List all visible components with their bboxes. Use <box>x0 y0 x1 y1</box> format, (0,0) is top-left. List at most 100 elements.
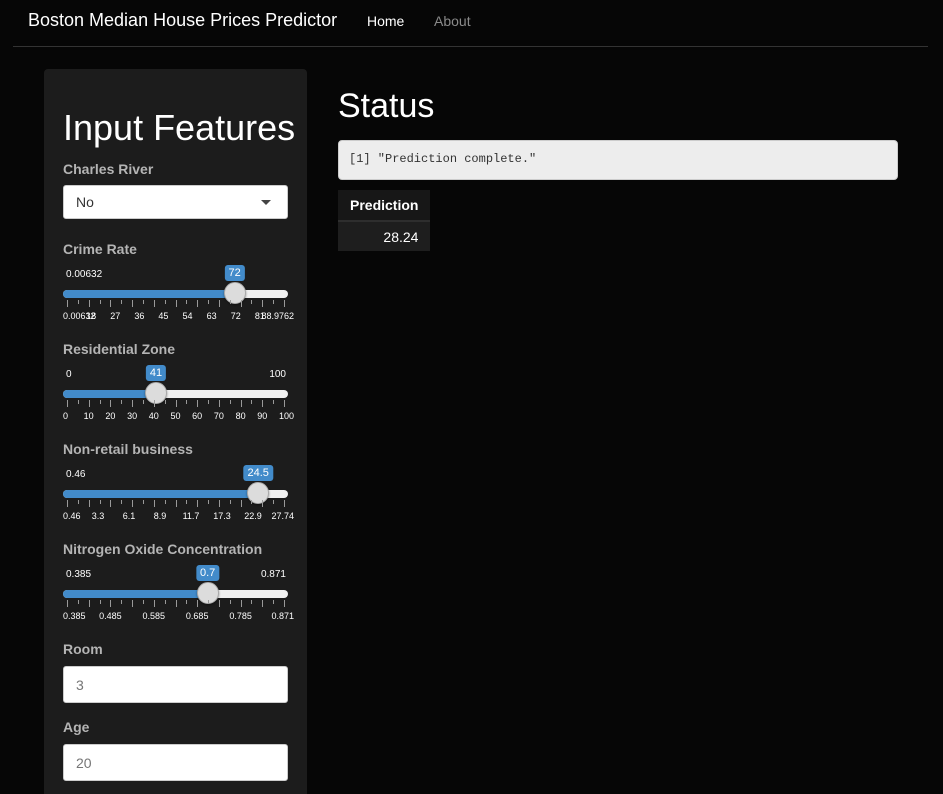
nav-home[interactable]: Home <box>367 13 404 29</box>
slider-tick <box>142 500 144 504</box>
prediction-value: 28.24 <box>338 221 431 251</box>
slider-tick <box>132 400 134 407</box>
slider-tick-label: 0.485 <box>99 611 122 621</box>
slider-fill <box>63 390 156 398</box>
non-retail-label: Non-retail business <box>63 441 193 457</box>
slider-tick <box>67 400 68 407</box>
slider-tick-label: 0.685 <box>185 611 209 621</box>
slider-tick <box>208 500 210 504</box>
slider-tick <box>240 300 242 307</box>
slider-tick <box>273 600 275 604</box>
crime-rate-slider[interactable]: 0.00632 72 0.00632 18 27 36 45 54 63 72 81 88.976… <box>63 265 294 329</box>
slider-tick-label: 45 <box>158 311 169 321</box>
slider-tick <box>67 300 68 307</box>
slider-min-label: 0.46 <box>66 469 86 480</box>
slider-ticks <box>67 500 285 508</box>
slider-tick <box>284 600 285 607</box>
residential-zone-label: Residential Zone <box>63 341 176 357</box>
slider-tick-label: 36 <box>134 311 145 321</box>
navbar: Boston Median House Prices Predictor Hom… <box>13 0 928 47</box>
slider-fill <box>63 590 208 598</box>
slider-tick <box>240 400 242 407</box>
slider-min-label: 0.00632 <box>66 269 103 280</box>
slider-tick-label: 11.7 <box>182 511 200 521</box>
sidebar-panel: Input Features Charles River No Crime Ra… <box>44 69 307 794</box>
crime-rate-label: Crime Rate <box>63 241 137 257</box>
slider-tick <box>153 300 155 307</box>
nox-slider[interactable]: 0.385 0.871 0.7 0.385 0.485 0.585 0.685 0.78… <box>63 565 294 629</box>
slider-tick <box>77 300 79 304</box>
slider-tick <box>88 400 90 407</box>
slider-tick <box>99 500 101 504</box>
slider-tick <box>175 600 177 607</box>
slider-tick-label: 50 <box>170 411 181 421</box>
status-output: [1] "Prediction complete." <box>338 140 898 180</box>
slider-tick <box>99 400 101 404</box>
slider-tick <box>262 600 264 607</box>
room-label: Room <box>63 641 103 657</box>
slider-tick <box>164 300 166 304</box>
slider-tick <box>77 500 79 504</box>
slider-tick <box>273 300 275 304</box>
charles-river-label: Charles River <box>63 161 154 177</box>
slider-tick-labels: 0.385 0.485 0.585 0.685 0.785 0.871 <box>63 611 294 623</box>
slider-tick <box>142 400 144 404</box>
slider-tick-label: 70 <box>213 411 224 421</box>
slider-tick <box>197 600 199 607</box>
slider-tick <box>99 300 101 304</box>
slider-tick <box>153 600 155 607</box>
nav-about[interactable]: About <box>434 13 471 29</box>
slider-tick-label: 0 <box>63 411 69 421</box>
slider-tick-label: 8.9 <box>153 511 167 521</box>
slider-tick <box>121 400 123 404</box>
slider-tick <box>208 400 210 404</box>
slider-tick <box>153 400 155 407</box>
residential-zone-slider[interactable]: 0 100 41 0 10 20 30 40 50 60 70 80 90 100 <box>63 365 294 429</box>
non-retail-slider[interactable]: 0.46 24.5 0.46 3.3 6.1 8.9 11.7 17.3 22.9 27.74 <box>63 465 294 529</box>
slider-ticks <box>67 400 285 408</box>
room-input[interactable] <box>63 666 288 703</box>
slider-tick-label: 90 <box>257 411 268 421</box>
slider-tick <box>132 600 134 607</box>
slider-value-badge: 41 <box>145 365 167 381</box>
slider-tick <box>121 600 123 604</box>
slider-tick <box>229 300 231 304</box>
slider-tick-label: 54 <box>182 311 193 321</box>
slider-tick <box>175 500 177 507</box>
slider-tick <box>251 600 253 604</box>
slider-tick <box>142 600 144 604</box>
slider-tick <box>110 500 112 507</box>
slider-tick <box>251 400 253 404</box>
slider-tick-label: 88.9762 <box>261 311 294 321</box>
slider-tick-label: 100 <box>278 411 294 421</box>
slider-tick <box>273 500 275 504</box>
slider-tick-label: 6.1 <box>122 511 136 521</box>
slider-tick <box>251 300 253 304</box>
status-title: Status <box>338 87 435 125</box>
slider-tick <box>197 300 199 307</box>
slider-max-label: 100 <box>269 369 286 380</box>
nox-label: Nitrogen Oxide Concentration <box>63 541 263 557</box>
slider-tick <box>142 300 144 304</box>
slider-tick <box>164 500 166 504</box>
slider-tick-label: 0.585 <box>142 611 166 621</box>
slider-ticks <box>67 300 285 308</box>
slider-value-badge: 0.7 <box>195 565 220 581</box>
slider-tick-label: 40 <box>148 411 159 421</box>
slider-tick <box>262 500 264 507</box>
slider-tick <box>262 300 264 307</box>
slider-tick <box>229 500 231 504</box>
slider-tick <box>186 400 188 404</box>
slider-value-badge: 72 <box>224 265 245 281</box>
charles-river-select[interactable]: No <box>63 185 288 219</box>
slider-value-badge: 24.5 <box>243 465 273 481</box>
app-brand[interactable]: Boston Median House Prices Predictor <box>28 10 337 31</box>
slider-tick <box>197 400 199 407</box>
slider-tick <box>88 600 90 607</box>
age-input[interactable] <box>63 744 288 781</box>
slider-tick <box>88 500 90 507</box>
slider-tick <box>77 600 79 604</box>
slider-tick-label: 30 <box>127 411 138 421</box>
slider-tick <box>186 500 188 504</box>
slider-min-label: 0.385 <box>66 569 92 580</box>
